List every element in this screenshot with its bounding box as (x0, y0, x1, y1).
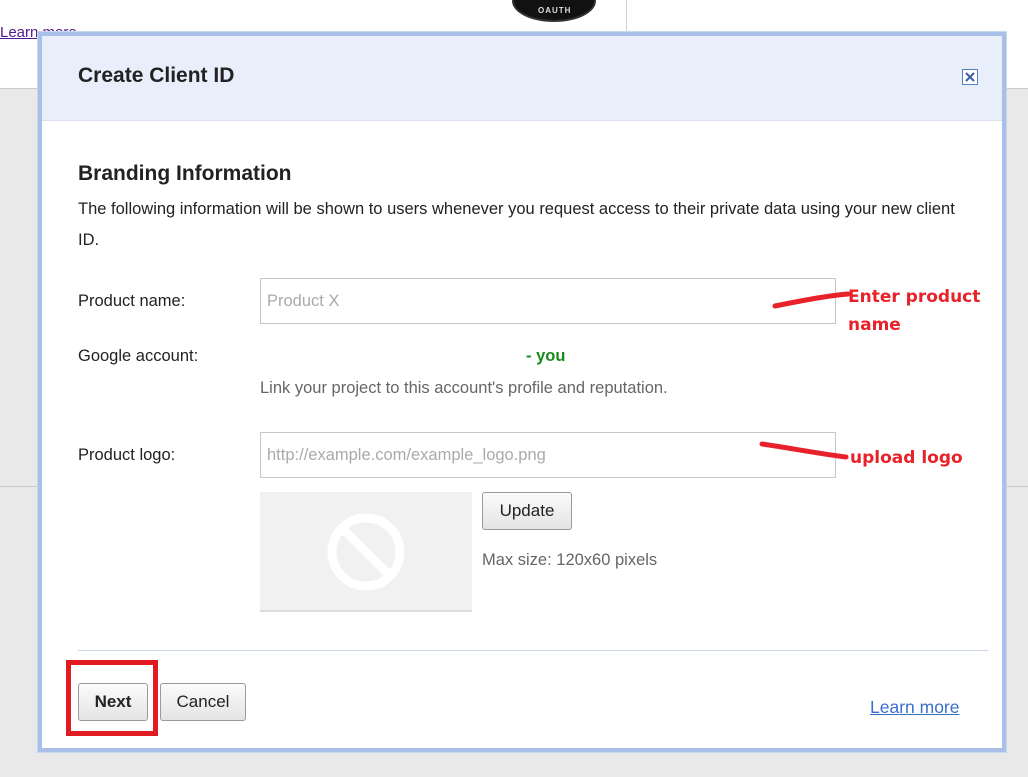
product-name-label: Product name: (78, 292, 186, 310)
cancel-button[interactable]: Cancel (160, 683, 246, 721)
google-account-helper: Link your project to this account's prof… (260, 379, 668, 397)
section-title: Branding Information (78, 162, 292, 185)
max-size-hint: Max size: 120x60 pixels (482, 551, 658, 569)
no-image-icon (327, 513, 405, 591)
footer-divider (78, 650, 988, 651)
product-logo-input[interactable] (260, 432, 836, 478)
update-button[interactable]: Update (482, 492, 572, 530)
learn-more-link[interactable]: Learn more (870, 697, 960, 718)
google-account-label: Google account: (78, 347, 199, 365)
product-name-input[interactable] (260, 278, 836, 324)
product-logo-label: Product logo: (78, 446, 176, 464)
next-button-highlight (66, 660, 158, 736)
dialog-header: Create Client ID (42, 36, 1002, 121)
annotation-enter-product-name: Enter product name (848, 287, 981, 335)
annotation-upload-logo: upload logo (850, 448, 963, 468)
google-account-value: - you (526, 347, 566, 365)
logo-preview (260, 492, 472, 612)
close-icon[interactable] (962, 69, 978, 85)
section-description: The following information will be shown … (78, 200, 955, 249)
create-client-id-dialog: Create Client ID Branding Information Th… (38, 32, 1006, 752)
dialog-title: Create Client ID (78, 64, 235, 87)
